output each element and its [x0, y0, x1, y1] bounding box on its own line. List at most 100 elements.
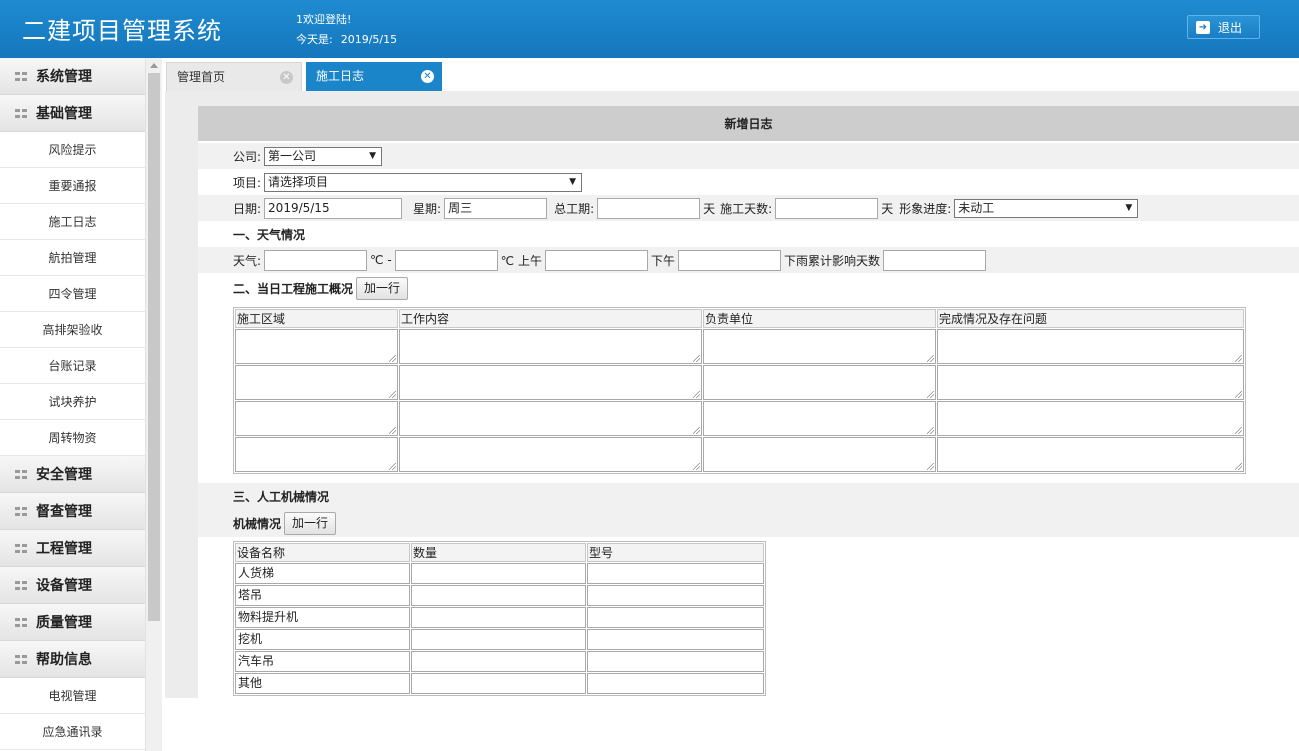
- rain-days-input[interactable]: [883, 249, 986, 271]
- equipment-name-input[interactable]: 汽车吊: [235, 651, 410, 672]
- area-textarea[interactable]: [235, 401, 398, 436]
- weather-input[interactable]: [264, 249, 368, 271]
- sidebar-item-notice[interactable]: 重要通报: [0, 168, 145, 204]
- equipment-name-input[interactable]: 塔吊: [235, 585, 410, 606]
- date-input[interactable]: 2019/5/15: [264, 197, 403, 219]
- menu-grid-icon: [15, 580, 27, 590]
- logout-label: 退出: [1218, 20, 1243, 35]
- sidebar-group-help[interactable]: 帮助信息: [0, 641, 145, 678]
- sidebar-group-label: 系统管理: [36, 69, 92, 85]
- sidebar-group-basic[interactable]: 基础管理: [0, 95, 145, 132]
- quantity-input[interactable]: [411, 673, 586, 694]
- equipment-name-input[interactable]: 其他: [235, 673, 410, 694]
- column-header: 型号: [587, 543, 764, 562]
- quantity-input[interactable]: [411, 629, 586, 650]
- sidebar-group-inspection[interactable]: 督查管理: [0, 493, 145, 530]
- table-row: 人货梯: [235, 563, 764, 584]
- weekday-input[interactable]: 周三: [444, 197, 548, 219]
- close-icon[interactable]: ✕: [280, 71, 293, 84]
- rain-days-label: 下雨累计影响天数: [783, 253, 880, 268]
- quantity-input[interactable]: [411, 607, 586, 628]
- sidebar-item-tv[interactable]: 电视管理: [0, 678, 145, 714]
- company-select[interactable]: 第一公司 ▼: [264, 146, 383, 166]
- equipment-name-input[interactable]: 挖机: [235, 629, 410, 650]
- column-header: 工作内容: [399, 309, 702, 328]
- menu-grid-icon: [15, 506, 27, 516]
- work-section-row: 二、当日工程施工概况 加一行: [198, 273, 1299, 303]
- add-machinery-row-button[interactable]: 加一行: [284, 511, 337, 535]
- total-period-input[interactable]: [597, 197, 701, 219]
- model-input[interactable]: [587, 629, 764, 650]
- weather-label: 天气:: [233, 253, 262, 268]
- sidebar-group-quality[interactable]: 质量管理: [0, 604, 145, 641]
- model-input[interactable]: [587, 673, 764, 694]
- status-textarea[interactable]: [937, 365, 1244, 400]
- sidebar-item-scaffold[interactable]: 高排架验收: [0, 312, 145, 348]
- project-select[interactable]: 请选择项目 ▼: [264, 172, 583, 192]
- quantity-input[interactable]: [411, 585, 586, 606]
- menu-grid-icon: [15, 543, 27, 553]
- tab-construction-log[interactable]: 施工日志 ✕: [306, 62, 442, 91]
- sidebar-item-aerial[interactable]: 航拍管理: [0, 240, 145, 276]
- sidebar-item-risk[interactable]: 风险提示: [0, 132, 145, 168]
- sidebar-item-emergency-contacts[interactable]: 应急通讯录: [0, 714, 145, 750]
- welcome-panel: 1欢迎登陆! 今天是: 2019/5/15: [296, 10, 397, 50]
- area-textarea[interactable]: [235, 437, 398, 472]
- content-textarea[interactable]: [399, 329, 702, 364]
- sidebar-item-construction-log[interactable]: 施工日志: [0, 204, 145, 240]
- sidebar-group-system[interactable]: 系统管理: [0, 58, 145, 95]
- form-header: 新增日志: [198, 106, 1299, 141]
- weekday-label: 星期:: [413, 201, 442, 216]
- afternoon-input[interactable]: [677, 249, 781, 271]
- sidebar-item-test-block[interactable]: 试块养护: [0, 384, 145, 420]
- construction-days-input[interactable]: [775, 197, 879, 219]
- unit-textarea[interactable]: [703, 437, 936, 472]
- content-textarea[interactable]: [399, 365, 702, 400]
- afternoon-label: 下午: [650, 253, 675, 268]
- sidebar-item-four-orders[interactable]: 四令管理: [0, 276, 145, 312]
- model-input[interactable]: [587, 563, 764, 584]
- unit-textarea[interactable]: [703, 365, 936, 400]
- logout-button[interactable]: ➜ 退出: [1187, 15, 1260, 39]
- column-header: 设备名称: [235, 543, 410, 562]
- content-textarea[interactable]: [399, 437, 702, 472]
- model-input[interactable]: [587, 607, 764, 628]
- column-header: 负责单位: [703, 309, 936, 328]
- scroll-up-icon[interactable]: [150, 63, 158, 68]
- tab-label: 管理首页: [177, 70, 226, 84]
- today-date: 2019/5/15: [340, 33, 398, 46]
- area-textarea[interactable]: [235, 329, 398, 364]
- scroll-thumb[interactable]: [148, 73, 160, 621]
- close-icon[interactable]: ✕: [421, 70, 434, 83]
- project-value: 请选择项目: [268, 174, 329, 189]
- unit-textarea[interactable]: [703, 401, 936, 436]
- sidebar-item-materials[interactable]: 周转物资: [0, 420, 145, 456]
- temp-low-input[interactable]: [394, 249, 498, 271]
- tab-home[interactable]: 管理首页 ✕: [166, 62, 302, 91]
- morning-input[interactable]: [544, 249, 648, 271]
- equipment-name-input[interactable]: 物料提升机: [235, 607, 410, 628]
- sidebar-group-engineering[interactable]: 工程管理: [0, 530, 145, 567]
- area-textarea[interactable]: [235, 365, 398, 400]
- unit-textarea[interactable]: [703, 329, 936, 364]
- dropdown-arrow-icon: ▼: [369, 150, 377, 161]
- sidebar-scrollbar[interactable]: [145, 58, 162, 751]
- quantity-input[interactable]: [411, 651, 586, 672]
- sidebar-group-label: 帮助信息: [36, 652, 92, 668]
- content-textarea[interactable]: [399, 401, 702, 436]
- progress-select[interactable]: 未动工 ▼: [954, 198, 1139, 218]
- status-textarea[interactable]: [937, 329, 1244, 364]
- quantity-input[interactable]: [411, 563, 586, 584]
- add-work-row-button[interactable]: 加一行: [356, 276, 409, 300]
- equipment-name-input[interactable]: 人货梯: [235, 563, 410, 584]
- sidebar-group-safety[interactable]: 安全管理: [0, 456, 145, 493]
- model-input[interactable]: [587, 651, 764, 672]
- status-textarea[interactable]: [937, 437, 1244, 472]
- model-input[interactable]: [587, 585, 764, 606]
- sidebar-group-equipment[interactable]: 设备管理: [0, 567, 145, 604]
- sidebar-item-ledger[interactable]: 台账记录: [0, 348, 145, 384]
- work-table: 施工区域 工作内容 负责单位 完成情况及存在问题: [233, 307, 1246, 474]
- company-row: 公司: 第一公司 ▼: [198, 143, 1299, 169]
- status-textarea[interactable]: [937, 401, 1244, 436]
- machinery-table: 设备名称 数量 型号 人货梯 塔吊 物料提升机 挖机 汽车吊 其他: [233, 541, 766, 696]
